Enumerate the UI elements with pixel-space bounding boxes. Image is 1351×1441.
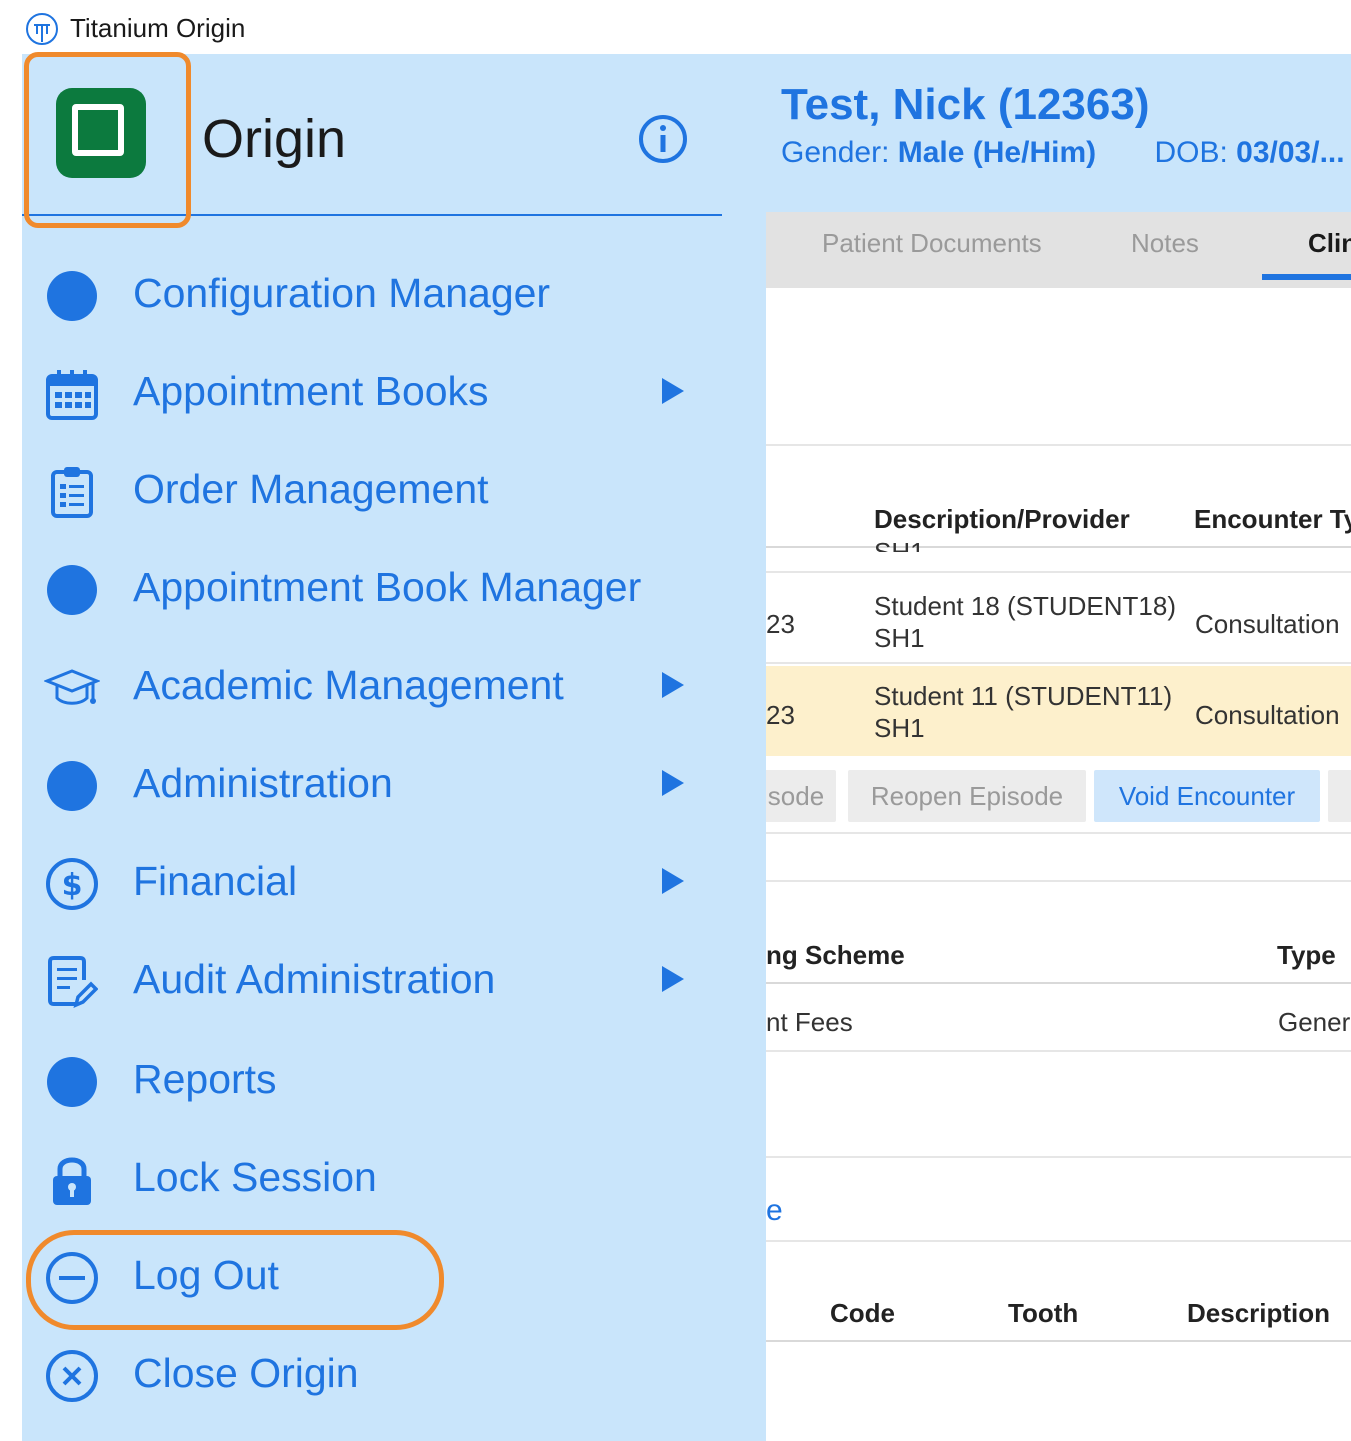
- table-header-divider: [766, 1340, 1351, 1342]
- date-cell: 23: [766, 700, 795, 730]
- divider: [766, 1156, 1351, 1158]
- nav-item-order-management[interactable]: Order Management: [22, 444, 766, 542]
- close-circle-icon: [44, 1348, 100, 1404]
- tab-notes[interactable]: Notes: [1131, 228, 1199, 259]
- tab-overflow-fragment: :: [766, 228, 767, 259]
- tab-clinical[interactable]: Clin: [1308, 228, 1351, 259]
- titanium-origin-logo-icon: [26, 13, 58, 45]
- info-icon[interactable]: [638, 114, 688, 164]
- active-tab-indicator: [1262, 274, 1351, 280]
- document-edit-icon: [44, 954, 100, 1010]
- section-link[interactable]: e: [766, 1194, 783, 1228]
- highlight-outline-logo: [24, 52, 191, 228]
- fee-scheme-cell: nt Fees: [766, 1007, 853, 1037]
- site-cell: SH1: [874, 713, 925, 743]
- encounter-type-cell: Consultation: [1195, 609, 1340, 639]
- submenu-arrow-icon: [662, 966, 684, 992]
- patient-name: Test, Nick (12363): [781, 80, 1150, 129]
- void-encounter-button[interactable]: Void Encounter: [1094, 770, 1320, 822]
- nav-item-audit-administration[interactable]: Audit Administration: [22, 934, 766, 1032]
- provider-cell: Student 18 (STUDENT18): [874, 591, 1177, 621]
- nav-item-appointment-books[interactable]: Appointment Books: [22, 346, 766, 444]
- table-row-partial: SH1: [874, 537, 925, 552]
- date-cell: 23: [766, 609, 795, 639]
- site-cell: SH1: [874, 623, 925, 653]
- gender-value: Male (He/Him): [897, 136, 1097, 169]
- drawer-title: Origin: [202, 109, 347, 169]
- row-divider: [766, 662, 1351, 664]
- divider: [766, 1240, 1351, 1242]
- overflow-button[interactable]: [1328, 770, 1351, 822]
- fee-type-cell: Genera: [1278, 1007, 1351, 1037]
- highlight-outline-log-out: [26, 1230, 444, 1330]
- nav-item-label: Audit Administration: [133, 956, 496, 1002]
- nav-item-label: Financial: [133, 858, 298, 904]
- nav-item-lock-session[interactable]: Lock Session: [22, 1132, 766, 1230]
- submenu-arrow-icon: [662, 868, 684, 894]
- provider-cell: Student 11 (STUDENT11): [874, 681, 1173, 711]
- nav-item-administration[interactable]: Administration: [22, 738, 766, 836]
- lock-icon: [44, 1152, 100, 1208]
- divider: [766, 880, 1351, 882]
- encounter-action-bar: sode Reopen Episode Void Encounter: [766, 770, 1351, 832]
- nav-item-label: Reports: [133, 1056, 277, 1102]
- patient-tabs: : Patient Documents Notes Clin: [766, 212, 1351, 288]
- window-title: Titanium Origin: [70, 13, 246, 43]
- svg-text:$: $: [62, 868, 83, 903]
- dob-value: 03/03/...: [1236, 136, 1345, 169]
- tab-patient-documents[interactable]: Patient Documents: [822, 228, 1042, 259]
- graduation-cap-icon: [44, 660, 100, 716]
- divider: [766, 832, 1351, 834]
- close-episode-button[interactable]: sode: [766, 770, 836, 822]
- calendar-icon: [44, 366, 100, 422]
- nav-item-label: Administration: [133, 760, 393, 806]
- patient-header: Test, Nick (12363) Gender: Male (He/Him)…: [766, 54, 1351, 212]
- dob-label: DOB:: [1154, 136, 1228, 169]
- nav-item-close-origin[interactable]: Close Origin: [22, 1328, 766, 1426]
- table-header-divider: [766, 982, 1351, 984]
- dot-icon: [44, 562, 100, 618]
- divider: [766, 444, 1351, 446]
- nav-item-label: Configuration Manager: [133, 270, 551, 316]
- window-title-bar: Titanium Origin: [0, 0, 1351, 54]
- patient-demographics: Gender: Male (He/Him) DOB: 03/03/...: [781, 136, 1345, 170]
- column-header-description: Description: [1187, 1298, 1331, 1328]
- nav-item-financial[interactable]: $ Financial: [22, 836, 766, 934]
- patient-record-panel: Test, Nick (12363) Gender: Male (He/Him)…: [766, 54, 1351, 1441]
- dot-icon: [44, 758, 100, 814]
- nav-item-configuration-manager[interactable]: Configuration Manager: [22, 248, 766, 346]
- column-header-description: Description/Provider: [874, 504, 1130, 534]
- table-row-selected[interactable]: 23 Student 11 (STUDENT11) SH1 Consultati…: [766, 666, 1351, 756]
- nav-item-reports[interactable]: Reports: [22, 1034, 766, 1132]
- clipboard-icon: [44, 464, 100, 520]
- submenu-arrow-icon: [662, 672, 684, 698]
- encounter-type-cell: Consultation: [1195, 700, 1340, 730]
- column-header-fee-scheme: ng Scheme: [766, 940, 905, 970]
- row-divider: [766, 571, 1351, 573]
- table-header-divider: [766, 546, 1351, 548]
- column-header-type: Type: [1277, 940, 1336, 970]
- submenu-arrow-icon: [662, 770, 684, 796]
- nav-item-label: Academic Management: [133, 662, 564, 708]
- nav-item-label: Appointment Book Manager: [133, 564, 642, 610]
- nav-item-label: Appointment Books: [133, 368, 489, 414]
- dot-icon: [44, 1054, 100, 1110]
- dot-icon: [44, 268, 100, 324]
- column-header-encounter-type: Encounter Ty: [1194, 504, 1351, 534]
- gender-label: Gender:: [781, 136, 890, 169]
- nav-item-academic-management[interactable]: Academic Management: [22, 640, 766, 738]
- dollar-circle-icon: $: [44, 856, 100, 912]
- column-header-code: Code: [830, 1298, 895, 1328]
- row-divider: [766, 1050, 1351, 1052]
- nav-item-label: Order Management: [133, 466, 489, 512]
- nav-item-label: Lock Session: [133, 1154, 377, 1200]
- nav-item-label: Close Origin: [133, 1350, 359, 1396]
- submenu-arrow-icon: [662, 378, 684, 404]
- nav-item-appointment-book-manager[interactable]: Appointment Book Manager: [22, 542, 766, 640]
- column-header-tooth: Tooth: [1008, 1298, 1079, 1328]
- reopen-episode-button[interactable]: Reopen Episode: [848, 770, 1086, 822]
